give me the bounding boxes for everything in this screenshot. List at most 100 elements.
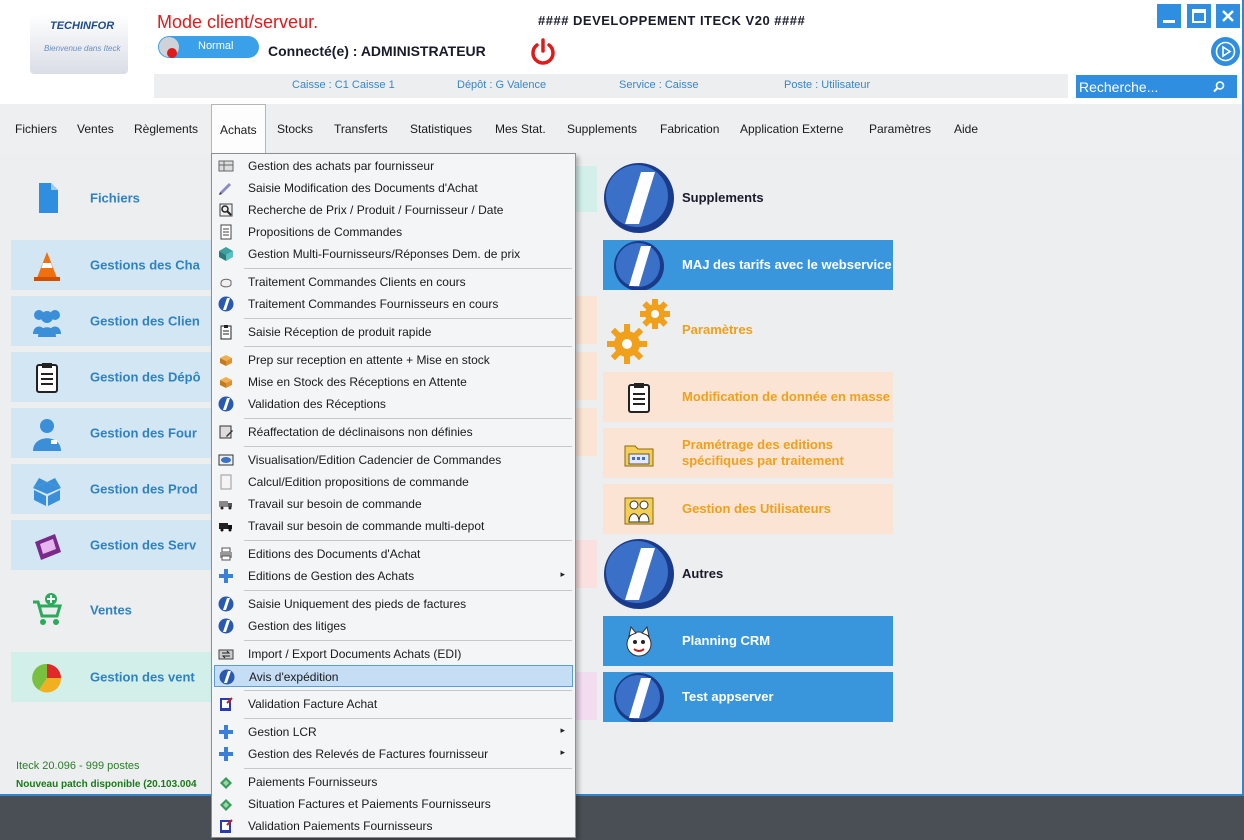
check-document-icon bbox=[220, 819, 233, 833]
menu-item-besoin-commande-multidepot[interactable]: Travail sur besoin de commande multi-dep… bbox=[214, 515, 573, 537]
menu-item-commandes-fournisseurs[interactable]: Traitement Commandes Fournisseurs en cou… bbox=[214, 293, 573, 315]
box-icon bbox=[33, 478, 61, 506]
menu-aide[interactable]: Aide bbox=[954, 104, 978, 154]
menu-separator bbox=[244, 768, 572, 769]
money-icon bbox=[220, 777, 232, 789]
logo-text: TECHINFOR bbox=[50, 20, 115, 32]
view-document-icon bbox=[218, 454, 234, 466]
menu-fichiers[interactable]: Fichiers bbox=[15, 104, 57, 154]
tile-gestion-produits[interactable]: Gestion des Prod bbox=[11, 464, 211, 514]
tile-gestion-fournisseurs[interactable]: Gestion des Four bbox=[11, 408, 211, 458]
menu-item-mise-en-stock[interactable]: Mise en Stock des Réceptions en Attente bbox=[214, 371, 573, 393]
logo-subtitle: Bienvenue dans Iteck bbox=[44, 44, 121, 53]
menu-item-releves-factures[interactable]: Gestion des Relevés de Factures fourniss… bbox=[214, 743, 573, 765]
cone-icon bbox=[34, 252, 60, 281]
menu-item-avis-expedition[interactable]: Avis d'expédition bbox=[214, 665, 573, 687]
menu-stocks[interactable]: Stocks bbox=[277, 104, 313, 154]
tile-parametrage-editions[interactable]: Pramétrage des editions spécifiques par … bbox=[603, 428, 893, 478]
search-document-icon bbox=[219, 203, 233, 217]
patch-notice[interactable]: Nouveau patch disponible (20.103.004 bbox=[16, 779, 197, 790]
menu-item-multi-fournisseurs[interactable]: Gestion Multi-Fournisseurs/Réponses Dem.… bbox=[214, 243, 573, 265]
menu-item-reaffectation-declinaisons[interactable]: Réaffectation de déclinaisons non défini… bbox=[214, 421, 573, 443]
tile-label: Autres bbox=[682, 566, 724, 581]
mode-toggle[interactable]: Normal bbox=[158, 36, 259, 58]
file-icon bbox=[39, 183, 58, 213]
search-icon[interactable] bbox=[1212, 80, 1226, 94]
menu-item-editions-gestion[interactable]: Editions de Gestion des Achats ▸ bbox=[214, 565, 573, 587]
menu-item-editions-documents[interactable]: Editions des Documents d'Achat bbox=[214, 543, 573, 565]
menu-item-reception-rapide[interactable]: Saisie Réception de produit rapide bbox=[214, 321, 573, 343]
menu-item-gestion-litiges[interactable]: Gestion des litiges bbox=[214, 615, 573, 637]
tile-supplements[interactable]: Supplements bbox=[603, 162, 893, 234]
tile-maj-tarifs[interactable]: MAJ des tarifs avec le webservice bbox=[603, 240, 893, 290]
close-button[interactable] bbox=[1216, 4, 1240, 28]
menu-mes-stat[interactable]: Mes Stat. bbox=[495, 104, 546, 154]
tile-fichiers[interactable]: Fichiers bbox=[11, 172, 211, 224]
submenu-arrow-icon: ▸ bbox=[560, 747, 565, 757]
mode-title: Mode client/serveur. bbox=[157, 12, 319, 32]
menu-item-validation-receptions[interactable]: Validation des Réceptions bbox=[214, 393, 573, 415]
menu-item-validation-facture[interactable]: Validation Facture Achat bbox=[214, 693, 573, 715]
tile-gestion-clients[interactable]: Gestion des Clien bbox=[11, 296, 211, 346]
menu-item-achats-par-fournisseur[interactable]: Gestion des achats par fournisseur bbox=[214, 155, 573, 177]
cat-mascot-icon bbox=[626, 625, 652, 657]
menu-item-besoin-commande[interactable]: Travail sur besoin de commande bbox=[214, 493, 573, 515]
menu-supplements[interactable]: Supplements bbox=[567, 104, 637, 154]
menu-fabrication[interactable]: Fabrication bbox=[660, 104, 719, 154]
pen-icon bbox=[219, 183, 231, 195]
menu-item-import-export-edi[interactable]: Import / Export Documents Achats (EDI) bbox=[214, 643, 573, 665]
iteck-logo-icon bbox=[614, 241, 664, 290]
menu-item-situation-factures[interactable]: Situation Factures et Paiements Fourniss… bbox=[214, 793, 573, 815]
maximize-button[interactable] bbox=[1187, 4, 1211, 28]
menu-statistiques[interactable]: Statistiques bbox=[410, 104, 472, 154]
menubar: Fichiers Ventes Règlements Achats Stocks… bbox=[0, 104, 1242, 155]
menu-application-externe[interactable]: Application Externe bbox=[740, 104, 843, 154]
tile-parametres[interactable]: Paramètres bbox=[603, 294, 893, 366]
exchange-icon bbox=[218, 649, 234, 660]
menu-transferts[interactable]: Transferts bbox=[334, 104, 388, 154]
tile-gestion-ventes[interactable]: Gestion des vent bbox=[11, 652, 211, 702]
tile-gestion-utilisateurs[interactable]: Gestion des Utilisateurs bbox=[603, 484, 893, 534]
box-icon bbox=[220, 377, 232, 388]
tile-label: Modification de donnée en masse bbox=[682, 389, 891, 404]
menu-item-prep-reception[interactable]: Prep sur reception en attente + Mise en … bbox=[214, 349, 573, 371]
tile-gestion-services[interactable]: Gestion des Serv bbox=[11, 520, 211, 570]
connected-user: Connecté(e) : ADMINISTRATEUR bbox=[268, 43, 486, 59]
truck-icon bbox=[219, 501, 232, 510]
tile-label: Paramètres bbox=[682, 322, 753, 337]
tile-planning-crm[interactable]: Planning CRM bbox=[603, 616, 893, 666]
menu-item-gestion-lcr[interactable]: Gestion LCR ▸ bbox=[214, 721, 573, 743]
minimize-button[interactable] bbox=[1157, 4, 1181, 28]
menu-item-calcul-propositions[interactable]: Calcul/Edition propositions de commande bbox=[214, 471, 573, 493]
tile-label: Gestion des Dépô bbox=[90, 369, 201, 385]
power-icon[interactable] bbox=[529, 38, 557, 66]
menu-separator bbox=[244, 718, 572, 719]
menu-item-commandes-clients[interactable]: Traitement Commandes Clients en cours bbox=[214, 271, 573, 293]
menu-item-recherche-prix[interactable]: Recherche de Prix / Produit / Fournisseu… bbox=[214, 199, 573, 221]
tile-ventes[interactable]: Ventes bbox=[11, 584, 211, 636]
menu-parametres[interactable]: Paramètres bbox=[869, 104, 931, 154]
play-button[interactable] bbox=[1211, 37, 1240, 66]
main-area: Fichiers Gestions des Cha Gestion des Cl… bbox=[0, 154, 1242, 794]
menu-reglements[interactable]: Règlements bbox=[134, 104, 198, 154]
tile-label: MAJ des tarifs avec le webservice bbox=[682, 257, 892, 272]
iteck-logo-icon bbox=[218, 296, 234, 312]
menu-item-cadencier[interactable]: Visualisation/Edition Cadencier de Comma… bbox=[214, 449, 573, 471]
tile-label: Gestion des Prod bbox=[90, 481, 198, 497]
menu-item-saisie-documents-achat[interactable]: Saisie Modification des Documents d'Acha… bbox=[214, 177, 573, 199]
tile-autres[interactable]: Autres bbox=[603, 538, 893, 610]
menu-ventes[interactable]: Ventes bbox=[77, 104, 114, 154]
menu-separator bbox=[244, 318, 572, 319]
search-input[interactable] bbox=[1079, 77, 1209, 96]
menu-item-validation-paiements[interactable]: Validation Paiements Fournisseurs bbox=[214, 815, 573, 837]
tile-gestion-depots[interactable]: Gestion des Dépô bbox=[11, 352, 211, 402]
tile-gestion-charges[interactable]: Gestions des Cha bbox=[11, 240, 211, 290]
tile-modification-masse[interactable]: Modification de donnée en masse bbox=[603, 372, 893, 422]
menu-item-pieds-factures[interactable]: Saisie Uniquement des pieds de factures bbox=[214, 593, 573, 615]
close-icon bbox=[1222, 10, 1234, 22]
folder-settings-icon bbox=[624, 445, 654, 467]
menu-item-propositions-commandes[interactable]: Propositions de Commandes bbox=[214, 221, 573, 243]
menu-achats[interactable]: Achats bbox=[211, 104, 266, 155]
tile-test-appserver[interactable]: Test appserver bbox=[603, 672, 893, 722]
menu-item-paiements-fournisseurs[interactable]: Paiements Fournisseurs bbox=[214, 771, 573, 793]
